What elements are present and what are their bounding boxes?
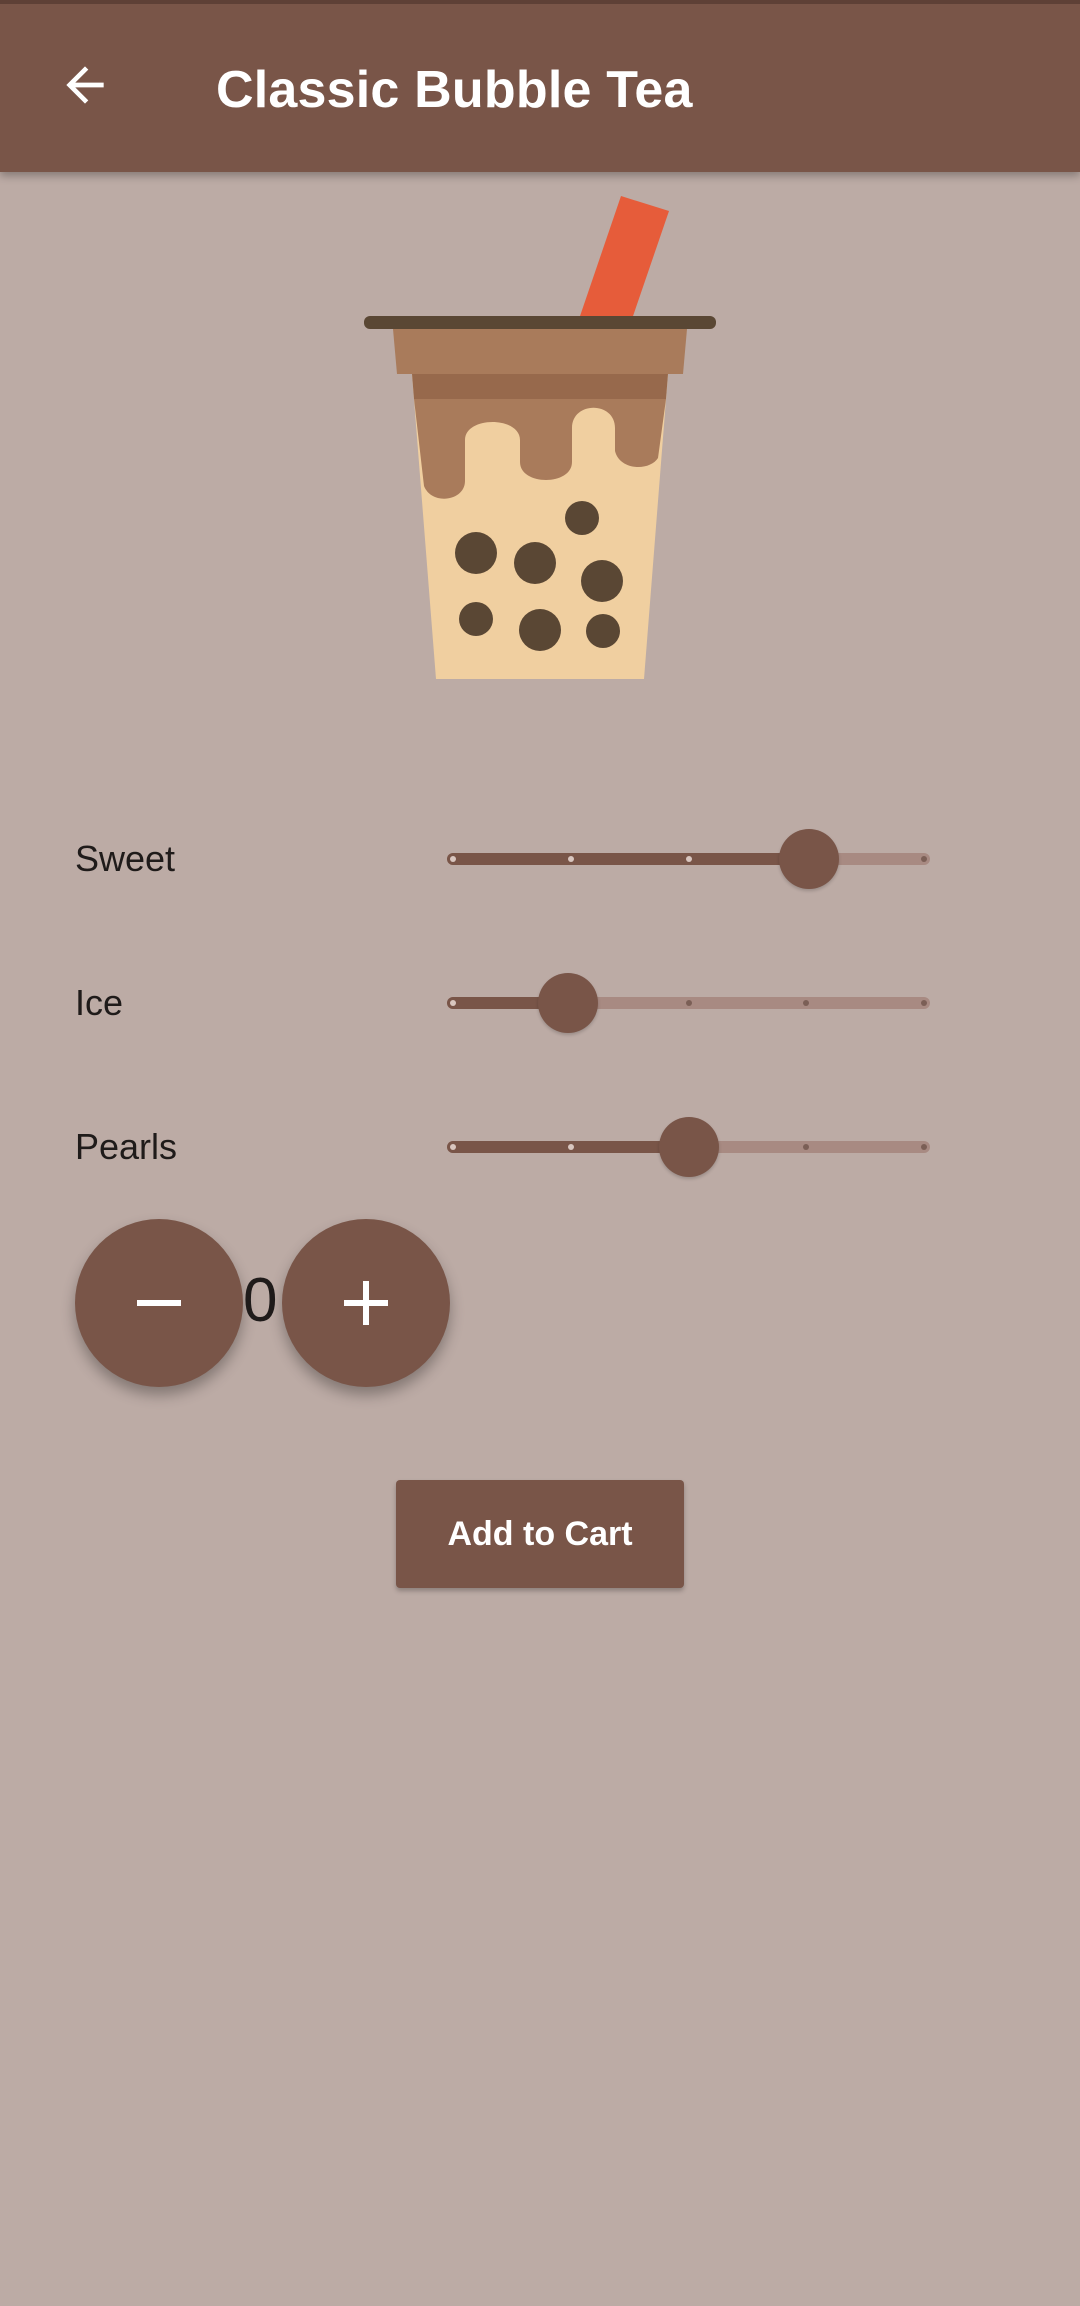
sweet-label: Sweet	[75, 838, 176, 879]
slider-tick	[921, 1144, 927, 1150]
quantity-value: 0	[243, 1266, 278, 1335]
slider-tick	[921, 856, 927, 862]
slider-tick	[450, 1000, 456, 1006]
slider-thumb[interactable]	[658, 1117, 719, 1177]
decrement-button[interactable]	[75, 1219, 243, 1387]
slider-active-track	[447, 853, 810, 865]
sweet-slider[interactable]	[447, 824, 930, 894]
plus-icon	[344, 1281, 388, 1325]
slider-thumb[interactable]	[537, 973, 598, 1033]
minus-icon	[137, 1300, 181, 1306]
add-to-cart-button[interactable]: Add to Cart	[396, 1480, 684, 1588]
back-button[interactable]	[38, 38, 132, 132]
app-bar: Classic Bubble Tea	[0, 0, 1080, 172]
slider-tick	[450, 856, 456, 862]
ice-label: Ice	[75, 982, 124, 1023]
slider-tick	[921, 1000, 927, 1006]
slider-tick	[567, 856, 574, 862]
bubble-tea-image	[364, 196, 716, 679]
slider-tick	[685, 1000, 692, 1006]
slider-tick	[567, 1144, 574, 1150]
ice-slider[interactable]	[447, 968, 930, 1038]
arrow-back-icon	[66, 66, 104, 104]
pearls-slider[interactable]	[447, 1112, 930, 1182]
slider-tick	[450, 1144, 456, 1150]
slider-tick	[685, 856, 692, 862]
pearls-label: Pearls	[75, 1126, 178, 1167]
page-title: Classic Bubble Tea	[216, 61, 693, 119]
slider-thumb[interactable]	[779, 829, 840, 889]
increment-button[interactable]	[282, 1219, 450, 1387]
